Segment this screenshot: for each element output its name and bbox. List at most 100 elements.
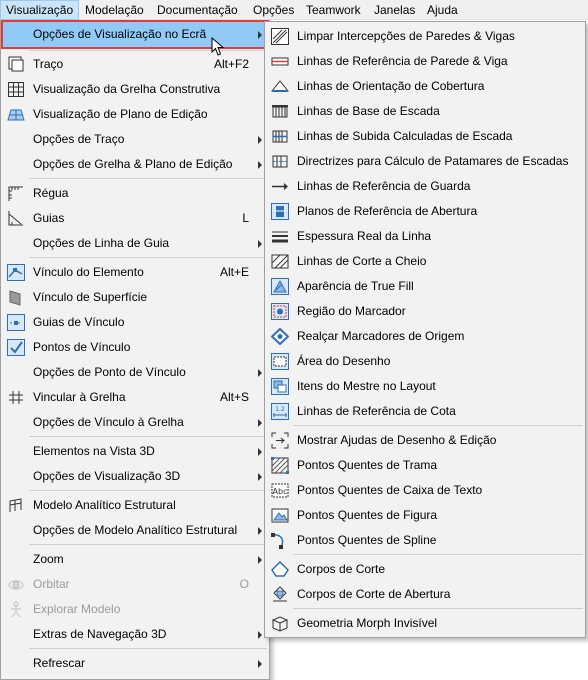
menu-item-ruler[interactable]: Régua	[3, 181, 267, 206]
element-snap-icon	[7, 264, 25, 281]
structural-model-icon	[7, 497, 25, 514]
menu-item-structural-model[interactable]: Modelo Analítico Estrutural	[3, 493, 267, 518]
orbit-icon	[7, 576, 25, 593]
submenu-item-master-items-on-layout[interactable]: Itens do Mestre no Layout	[267, 374, 583, 399]
menu-item-zoom[interactable]: Zoom	[3, 547, 267, 572]
cut-body-icon	[271, 561, 289, 578]
display-options-submenu: Limpar Intercepções de Paredes & Vigas L…	[264, 21, 586, 638]
menu-item-3d-navigation-extras[interactable]: Extras de Navegação 3D	[3, 622, 267, 647]
menu-separator	[293, 608, 583, 609]
submenu-item-highlight-source-markers[interactable]: Realçar Marcadores de Origem	[267, 324, 583, 349]
source-marker-icon	[271, 328, 289, 345]
menu-item-edit-plane[interactable]: Visualização de Plano de Edição	[3, 102, 267, 127]
menu-item-explore-model[interactable]: Explorar Modelo	[3, 597, 267, 622]
menubar-documentacao[interactable]: Documentação	[152, 0, 243, 20]
menubar-teamwork[interactable]: Teamwork	[301, 0, 366, 20]
spline-hotspot-icon	[271, 532, 289, 549]
figure-hotspot-icon	[271, 507, 289, 524]
menu-item-surface-snap[interactable]: Vínculo de Superfície	[3, 285, 267, 310]
submenu-item-wall-reference-lines[interactable]: Linhas de Referência de Parede & Viga	[267, 49, 583, 74]
menu-item-construction-grid[interactable]: Visualização da Grelha Construtiva	[3, 77, 267, 102]
menu-separator	[293, 425, 583, 426]
submenu-item-spline-hotspots[interactable]: Pontos Quentes de Spline	[267, 528, 583, 553]
hatch-hotspot-icon	[271, 457, 289, 474]
menu-item-structural-model-options[interactable]: Opções de Modelo Analítico Estrutural	[3, 518, 267, 543]
menu-item-label: Linhas de Referência de Guarda	[297, 179, 471, 193]
menu-item-snap-point-options[interactable]: Opções de Ponto de Vínculo	[3, 360, 267, 385]
menu-item-orbit[interactable]: Orbitar O	[3, 572, 267, 597]
menu-item-label: Aparência de True Fill	[297, 279, 414, 293]
menu-item-label: Opções de Ponto de Vínculo	[33, 365, 186, 379]
text-hotspot-icon: Abc	[271, 482, 289, 499]
submenu-item-hidden-morph-geometry[interactable]: Geometria Morph Invisível	[267, 611, 583, 636]
submenu-item-editing-aids[interactable]: Mostrar Ajudas de Desenho & Edição	[267, 428, 583, 453]
submenu-item-true-fill[interactable]: Aparência de True Fill	[267, 274, 583, 299]
true-fill-icon	[271, 278, 289, 295]
submenu-item-stair-walklines[interactable]: Linhas de Subida Calculadas de Escada	[267, 124, 583, 149]
menubar-opcoes[interactable]: Opções	[248, 0, 299, 20]
menu-item-label: Opções de Traço	[33, 132, 125, 146]
submenu-item-drawing-frame[interactable]: Área do Desenho	[267, 349, 583, 374]
menubar-visualizacao[interactable]: Visualização	[0, 0, 80, 20]
submenu-item-cutting-bodies[interactable]: Corpos de Corte	[267, 557, 583, 582]
menu-item-3d-elements[interactable]: Elementos na Vista 3D	[3, 439, 267, 464]
menu-item-label: Linhas de Orientação de Cobertura	[297, 79, 485, 93]
svg-text:Abc: Abc	[273, 487, 288, 496]
submenu-item-opening-cutting-bodies[interactable]: Corpos de Corte de Abertura	[267, 582, 583, 607]
mouse-cursor-icon	[211, 36, 225, 60]
submenu-item-opening-reference-planes[interactable]: Planos de Referência de Abertura	[267, 199, 583, 224]
submenu-item-text-box-hotspots[interactable]: Abc Pontos Quentes de Caixa de Texto	[267, 478, 583, 503]
menu-item-snap-grid-options[interactable]: Opções de Vínculo à Grelha	[3, 410, 267, 435]
menu-item-guide-line-options[interactable]: Opções de Linha de Guia	[3, 231, 267, 256]
submenu-item-roof-pivot-lines[interactable]: Linhas de Orientação de Cobertura	[267, 74, 583, 99]
menu-item-element-snap[interactable]: Vínculo do Elemento Alt+E	[3, 260, 267, 285]
shortcut-label: Alt+S	[219, 390, 249, 404]
menu-item-trace[interactable]: Traço Alt+F2	[3, 52, 267, 77]
menu-item-label: Corpos de Corte	[297, 562, 386, 576]
surface-snap-icon	[7, 289, 25, 306]
submenu-item-solid-cut-lines[interactable]: Linhas de Corte a Cheio	[267, 249, 583, 274]
menu-item-label: Traço	[33, 57, 64, 71]
snap-points-icon	[7, 339, 25, 356]
menu-item-label: Directrizes para Cálculo de Patamares de…	[297, 154, 569, 168]
submenu-item-figure-hotspots[interactable]: Pontos Quentes de Figura	[267, 503, 583, 528]
stair-guide-icon	[271, 153, 289, 170]
submenu-item-marker-region[interactable]: Região do Marcador	[267, 299, 583, 324]
menu-item-label: Linhas de Referência de Cota	[297, 404, 456, 418]
submenu-item-railing-reference-lines[interactable]: Linhas de Referência de Guarda	[267, 174, 583, 199]
menu-item-3d-options[interactable]: Opções de Visualização 3D	[3, 464, 267, 489]
menu-item-grid-plane-options[interactable]: Opções de Grelha & Plano de Edição	[3, 152, 267, 177]
shortcut-label: L	[242, 211, 249, 225]
menu-item-snap-grid[interactable]: Vincular à Grelha Alt+S	[3, 385, 267, 410]
submenu-arrow-icon	[258, 631, 262, 639]
submenu-item-clean-wall-intersections[interactable]: Limpar Intercepções de Paredes & Vigas	[267, 24, 583, 49]
opening-plane-icon	[271, 203, 289, 220]
menu-item-display-options[interactable]: Opções de Visualização no Ecrã	[1, 20, 269, 49]
menu-separator	[293, 554, 583, 555]
menu-item-snap-points[interactable]: Pontos de Vínculo	[3, 335, 267, 360]
menu-item-label: Régua	[33, 186, 69, 200]
menu-item-label: Itens do Mestre no Layout	[297, 379, 436, 393]
menubar-ajuda[interactable]: Ajuda	[422, 0, 463, 20]
menu-item-label: Planos de Referência de Abertura	[297, 204, 478, 218]
shortcut-label: O	[239, 577, 249, 591]
menu-item-label: Limpar Intercepções de Paredes & Vigas	[297, 29, 515, 43]
menubar-modelacao[interactable]: Modelação	[80, 0, 149, 20]
menubar-janelas[interactable]: Janelas	[369, 0, 420, 20]
menu-item-refresh[interactable]: Refrescar	[3, 651, 267, 676]
wall-ref-line-icon	[271, 53, 289, 70]
menu-item-guides[interactable]: Guias L	[3, 206, 267, 231]
submenu-item-true-line-weight[interactable]: Espessura Real da Linha	[267, 224, 583, 249]
menu-item-label: Modelo Analítico Estrutural	[33, 498, 176, 512]
menu-item-trace-options[interactable]: Opções de Traço	[3, 127, 267, 152]
submenu-item-stair-baselines[interactable]: Linhas de Base de Escada	[267, 99, 583, 124]
menu-item-snap-guides[interactable]: Guias de Vínculo	[3, 310, 267, 335]
menu-item-label: Mostrar Ajudas de Desenho & Edição	[297, 433, 497, 447]
submenu-arrow-icon	[258, 31, 262, 39]
submenu-item-hatch-hotspots[interactable]: Pontos Quentes de Trama	[267, 453, 583, 478]
svg-text:1.2: 1.2	[275, 406, 285, 413]
visualizacao-menu: Opções de Visualização no Ecrã Traço Alt…	[0, 20, 270, 680]
submenu-item-stair-landing-guides[interactable]: Directrizes para Cálculo de Patamares de…	[267, 149, 583, 174]
submenu-arrow-icon	[258, 527, 262, 535]
submenu-item-dimension-reference-lines[interactable]: 1.2 Linhas de Referência de Cota	[267, 399, 583, 424]
